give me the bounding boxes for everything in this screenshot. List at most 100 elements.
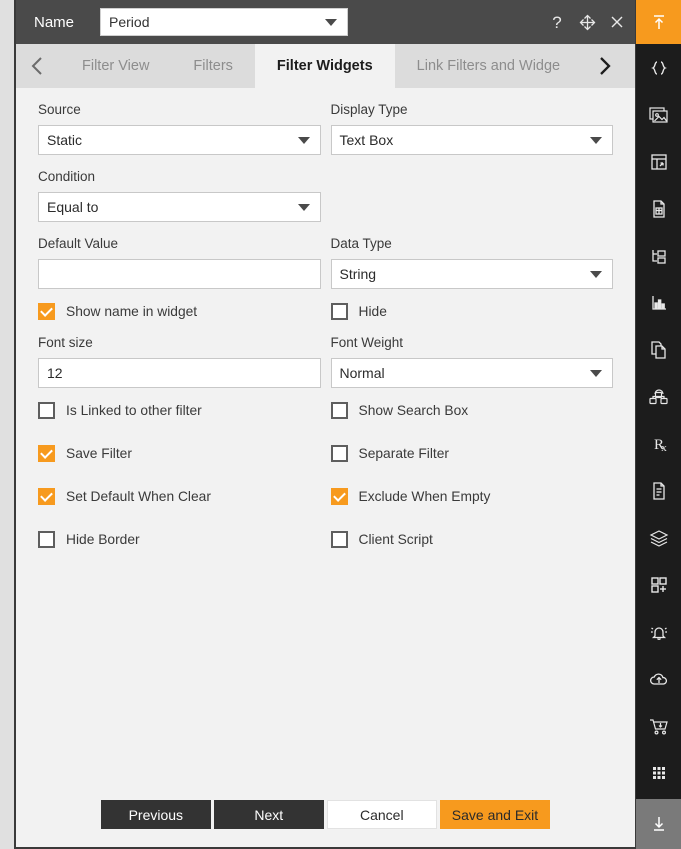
data-type-value: String	[339, 266, 377, 282]
checkbox-show-search-box[interactable]: Show Search Box	[330, 402, 614, 419]
rail-item-arrow-down-to-bar[interactable]	[636, 799, 681, 849]
checkbox-label: Hide	[358, 304, 387, 319]
checkbox-label: Separate Filter	[358, 446, 450, 461]
prescription-rx-icon: Rx	[648, 434, 670, 454]
move-cross-icon[interactable]	[577, 12, 597, 32]
rail-item-curly-braces[interactable]	[636, 44, 681, 91]
checkbox-icon-unchecked[interactable]	[330, 531, 348, 548]
chevron-down-icon	[297, 204, 310, 211]
form-row-condition: Condition Equal to	[38, 169, 613, 236]
chevron-down-icon	[590, 137, 602, 144]
default-value-input[interactable]	[38, 259, 321, 289]
rail-item-alert-bell[interactable]	[636, 608, 681, 655]
checkbox-icon-unchecked[interactable]	[38, 531, 55, 548]
image-stack-icon	[648, 105, 670, 125]
chevron-left-icon[interactable]	[16, 44, 60, 88]
checkbox-icon-unchecked[interactable]	[330, 445, 348, 462]
font-size-value: 12	[47, 365, 63, 381]
cubes-group-icon	[648, 387, 670, 407]
condition-select[interactable]: Equal to	[38, 192, 321, 222]
checkbox-row-3: Save Filter Separate Filter	[38, 445, 613, 462]
font-weight-select[interactable]: Normal	[330, 358, 613, 388]
data-type-label: Data Type	[330, 236, 392, 251]
tab-bar: Filter View Filters Filter Widgets Link …	[16, 44, 635, 88]
tab-filter-view[interactable]: Filter View	[60, 44, 171, 88]
default-value-label: Default Value	[38, 236, 119, 251]
cancel-button[interactable]: Cancel	[326, 800, 437, 829]
field-group-display-type: Display Type Text Box	[330, 102, 613, 169]
rail-item-tree-hierarchy[interactable]	[636, 232, 681, 279]
close-x-icon[interactable]	[607, 12, 627, 32]
right-toolbar: Rx	[636, 0, 681, 849]
screen: Name Period ? Filter View Filters Filter…	[0, 0, 681, 849]
next-button[interactable]: Next	[213, 800, 324, 829]
tab-filter-widgets[interactable]: Filter Widgets	[254, 44, 395, 88]
checkbox-label: Show Search Box	[358, 403, 469, 418]
checkbox-icon-unchecked[interactable]	[330, 402, 348, 419]
source-value: Static	[47, 132, 83, 148]
bar-chart-icon	[649, 293, 669, 313]
display-type-select[interactable]: Text Box	[330, 125, 613, 155]
rail-item-cloud-upload[interactable]	[636, 655, 681, 702]
condition-label: Condition	[38, 169, 96, 184]
checkbox-row-2: Is Linked to other filter Show Search Bo…	[38, 402, 613, 419]
rail-item-image-stack[interactable]	[636, 91, 681, 138]
rail-item-document-report[interactable]	[636, 185, 681, 232]
condition-value: Equal to	[47, 199, 99, 215]
save-and-exit-button[interactable]: Save and Exit	[439, 800, 551, 829]
previous-button[interactable]: Previous	[100, 800, 211, 829]
checkbox-label: Is Linked to other filter	[66, 403, 202, 418]
name-select[interactable]: Period	[100, 8, 349, 36]
rail-item-prescription-rx[interactable]: Rx	[636, 420, 681, 467]
checkbox-save-filter[interactable]: Save Filter	[38, 445, 321, 462]
rail-item-copy-pages[interactable]	[636, 326, 681, 373]
checkbox-set-default-when-clear[interactable]: Set Default When Clear	[38, 488, 321, 505]
filter-widgets-dialog: Name Period ? Filter View Filters Filter…	[14, 0, 636, 849]
rail-item-bar-chart[interactable]	[636, 279, 681, 326]
rail-item-grid-apps[interactable]	[636, 749, 681, 796]
field-group-placeholder	[331, 169, 614, 236]
font-size-input[interactable]: 12	[38, 358, 321, 388]
rail-item-layers-stack[interactable]	[636, 514, 681, 561]
field-group-source: Source Static	[38, 102, 321, 169]
checkbox-icon-checked[interactable]	[330, 488, 348, 505]
rail-item-shopping-cart-add[interactable]	[636, 702, 681, 749]
layers-stack-icon	[648, 528, 670, 548]
checkbox-hide[interactable]: Hide	[330, 303, 614, 320]
tab-label: Link Filters and Widge	[416, 58, 561, 74]
cloud-upload-icon	[648, 669, 670, 689]
add-widget-grid-icon	[649, 575, 669, 595]
checkbox-hide-border[interactable]: Hide Border	[38, 531, 321, 548]
checkbox-label: Set Default When Clear	[66, 489, 211, 504]
question-mark-icon[interactable]: ?	[547, 12, 567, 32]
checkbox-separate-filter[interactable]: Separate Filter	[330, 445, 614, 462]
rail-item-cubes-group[interactable]	[636, 373, 681, 420]
checkbox-client-script[interactable]: Client Script	[330, 531, 614, 548]
checkbox-show-name-in-widget[interactable]: Show name in widget	[38, 303, 321, 320]
rail-item-arrow-up-to-bar[interactable]	[636, 0, 681, 44]
checkbox-icon-checked[interactable]	[38, 445, 55, 462]
chevron-right-icon[interactable]	[582, 44, 627, 88]
field-group-font-size: Font size 12	[38, 335, 321, 402]
data-type-select[interactable]: String	[330, 259, 613, 289]
display-type-value: Text Box	[339, 132, 394, 148]
tab-filters[interactable]: Filters	[171, 44, 254, 88]
svg-text:x: x	[661, 442, 667, 454]
tab-label: Filters	[193, 58, 233, 74]
checkbox-row-1: Show name in widget Hide	[38, 303, 613, 320]
checkbox-icon-unchecked[interactable]	[38, 402, 55, 419]
checkbox-exclude-when-empty[interactable]: Exclude When Empty	[330, 488, 614, 505]
dashboard-panel-icon	[649, 152, 669, 172]
form-body: Source Static Display Type Text Box Cond…	[16, 88, 635, 788]
field-group-font-weight: Font Weight Normal	[330, 335, 613, 402]
rail-item-document-script[interactable]	[636, 467, 681, 514]
checkbox-icon-unchecked[interactable]	[330, 303, 348, 320]
checkbox-icon-checked[interactable]	[38, 488, 55, 505]
rail-item-add-widget-grid[interactable]	[636, 561, 681, 608]
tab-link-filters-and-widgets[interactable]: Link Filters and Widge	[395, 44, 582, 88]
rail-item-dashboard-panel[interactable]	[636, 138, 681, 185]
checkbox-icon-checked[interactable]	[38, 303, 55, 320]
checkbox-row-4: Set Default When Clear Exclude When Empt…	[38, 488, 613, 505]
checkbox-is-linked-to-other-filter[interactable]: Is Linked to other filter	[38, 402, 321, 419]
source-select[interactable]: Static	[38, 125, 321, 155]
